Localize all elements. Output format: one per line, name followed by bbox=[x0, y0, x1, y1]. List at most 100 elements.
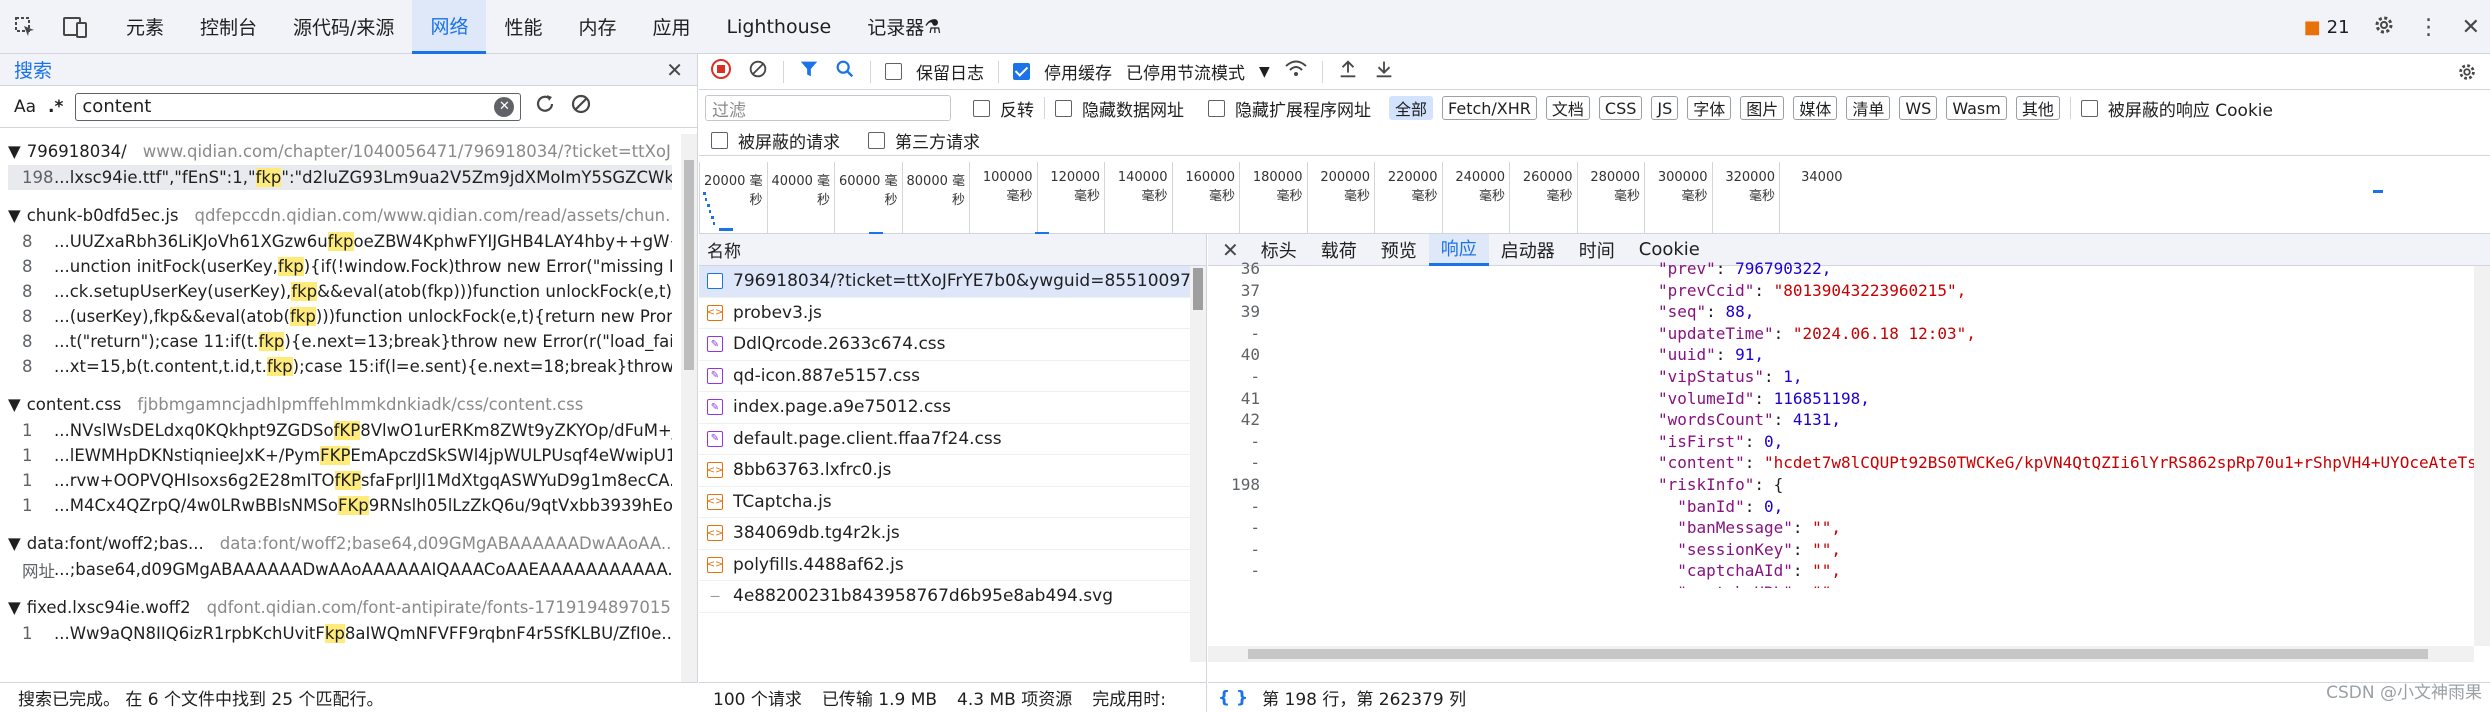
result-line[interactable]: 网址 ...;base64,d09GMgABAAAAAADwAAoAAAAAAIQ… bbox=[8, 557, 672, 582]
third-party-checkbox[interactable] bbox=[868, 132, 885, 149]
type-filter-1[interactable]: Fetch/XHR bbox=[1442, 96, 1537, 120]
name-column-header[interactable]: 名称 bbox=[707, 237, 741, 262]
device-toggle-icon[interactable] bbox=[60, 12, 90, 42]
filter-input[interactable]: 过滤 bbox=[705, 95, 951, 121]
clear-search-icon[interactable]: ✕ bbox=[494, 96, 515, 117]
tab-3[interactable]: 网络 bbox=[412, 0, 487, 54]
inspect-icon[interactable] bbox=[10, 12, 40, 42]
result-line[interactable]: 8 ...xt=15,b(t.content,t.id,t.fkp);case 1… bbox=[8, 354, 672, 379]
result-line[interactable]: 1 ...lEWMHpDKNstiqnieeJxK+/PymFKPEmApczdS… bbox=[8, 443, 672, 468]
invert-checkbox[interactable] bbox=[973, 99, 990, 117]
expand-arrow-icon[interactable]: ▼ bbox=[8, 395, 21, 414]
type-filter-0[interactable]: 全部 bbox=[1389, 96, 1434, 120]
results-scrollbar[interactable] bbox=[681, 134, 697, 682]
network-settings-icon[interactable] bbox=[2456, 61, 2478, 88]
more-vert-icon[interactable]: ⋮ bbox=[2418, 15, 2440, 40]
result-line[interactable]: 198 ...lxsc94ie.ttf","fEnS":1,"fkp":"d2lu… bbox=[8, 165, 672, 190]
disable-cache-checkbox[interactable] bbox=[1013, 63, 1030, 80]
request-row[interactable]: <> 384069db.tg4r2k.js bbox=[699, 518, 1206, 550]
request-row[interactable]: <> 8bb63763.lxfrc0.js bbox=[699, 455, 1206, 487]
type-filter-4[interactable]: JS bbox=[1651, 96, 1679, 120]
tab-8[interactable]: 记录器 ⚗ bbox=[849, 0, 959, 54]
tab-0[interactable]: 元素 bbox=[108, 0, 182, 54]
result-line[interactable]: 8 ...ck.setupUserKey(userKey),fkp&&eval(a… bbox=[8, 279, 672, 304]
expand-arrow-icon[interactable]: ▼ bbox=[8, 142, 21, 161]
search-input[interactable]: content ✕ bbox=[75, 92, 522, 121]
hide-ext-urls-checkbox[interactable] bbox=[1208, 99, 1225, 117]
response-viewer[interactable]: 36 "prev": 796790322, 37 "prevCcid": "80139… bbox=[1208, 258, 2474, 588]
expand-arrow-icon[interactable]: ▼ bbox=[8, 206, 21, 225]
throttle-select[interactable]: 已停用节流模式 bbox=[1126, 59, 1245, 84]
json-value: 88, bbox=[1725, 302, 1755, 322]
tab-1[interactable]: 控制台 bbox=[182, 0, 275, 54]
result-line[interactable]: 8 ...t("return");case 11:if(t.fkp){e.next… bbox=[8, 329, 672, 354]
filter-icon[interactable] bbox=[798, 58, 820, 85]
type-filter-7[interactable]: 媒体 bbox=[1793, 96, 1838, 120]
request-row[interactable]: <> TCaptcha.js bbox=[699, 487, 1206, 518]
request-row[interactable]: — 4e88200231b843958767d6b95e8ab494.svg bbox=[699, 581, 1206, 613]
timeline-tick-11: 240000 毫秒 bbox=[1441, 162, 1510, 234]
refresh-icon[interactable] bbox=[533, 92, 557, 121]
gear-icon[interactable] bbox=[2372, 13, 2396, 42]
request-row[interactable]: <> probev3.js bbox=[699, 298, 1206, 329]
type-filter-2[interactable]: 文档 bbox=[1545, 96, 1590, 120]
upload-icon[interactable] bbox=[1337, 58, 1359, 85]
issues-badge[interactable]: ■ 21 bbox=[2304, 17, 2350, 38]
result-line[interactable]: 8 ...(userKey),fkp&&eval(atob(fkp)))funct… bbox=[8, 304, 672, 329]
match-prefix: ...lxsc94ie.ttf","fEnS":1," bbox=[54, 168, 256, 187]
result-line[interactable]: 1 ...NVslWsDELdxq0KQkhpt9ZGDSofKP8VlwO1ur… bbox=[8, 418, 672, 443]
clear-log-icon[interactable] bbox=[747, 58, 769, 85]
type-filter-5[interactable]: 字体 bbox=[1687, 96, 1732, 120]
type-filter-6[interactable]: 图片 bbox=[1740, 96, 1785, 120]
request-row[interactable]: <> polyfills.4488af62.js bbox=[699, 550, 1206, 581]
result-line[interactable]: 1 ...M4Cx4QZrpQ/4w0LRwBBlsNMSoFKp9RNslh05… bbox=[8, 493, 672, 518]
regex-button[interactable]: .* bbox=[48, 97, 63, 117]
network-overview-timeline[interactable]: 20000 毫秒 40000 毫秒 60000 毫秒 80000 毫秒 100000 毫… bbox=[699, 162, 2490, 235]
match-case-button[interactable]: Aa bbox=[14, 97, 36, 117]
result-line[interactable]: 8 ...UUZxaRbh36LiKJoVh61XGzw6ufkpoeZBW4Kp… bbox=[8, 229, 672, 254]
result-file-header[interactable]: ▼ data:font/woff2;bas... data:font/woff2;b… bbox=[8, 530, 672, 557]
result-line-text: ...Ww9aQN8IIQ6izR1rpbKchUvitFkp8aIWQmNFV… bbox=[54, 624, 672, 643]
pretty-print-icon[interactable]: { } bbox=[1218, 688, 1248, 708]
chevron-down-icon[interactable]: ▼ bbox=[1259, 64, 1270, 80]
type-filter-8[interactable]: 清单 bbox=[1846, 96, 1891, 120]
tab-6[interactable]: 应用 bbox=[634, 0, 708, 54]
response-scrollbar[interactable] bbox=[2474, 266, 2490, 646]
result-file-header[interactable]: ▼ fixed.lxsc94ie.woff2 qdfont.qidian.com/f… bbox=[8, 594, 672, 621]
expand-arrow-icon[interactable]: ▼ bbox=[8, 598, 21, 617]
blocked-cookies-checkbox[interactable] bbox=[2080, 99, 2098, 117]
search-icon[interactable] bbox=[834, 58, 856, 85]
result-file-header[interactable]: ▼ chunk-b0dfd5ec.js qdfepccdn.qidian.com/w… bbox=[8, 202, 672, 229]
request-row[interactable]: ✎ default.page.client.ffaa7f24.css bbox=[699, 424, 1206, 455]
type-filter-9[interactable]: WS bbox=[1899, 96, 1938, 120]
request-row[interactable]: ✎ index.page.a9e75012.css bbox=[699, 392, 1206, 424]
blocked-requests-checkbox[interactable] bbox=[711, 132, 728, 149]
request-list-scrollbar[interactable] bbox=[1190, 266, 1206, 662]
result-file-header[interactable]: ▼ 796918034/www.qidian.com/chapter/104005… bbox=[8, 138, 672, 165]
request-row[interactable]: ✎ qd-icon.887e5157.css bbox=[699, 361, 1206, 392]
network-conditions-icon[interactable] bbox=[1284, 58, 1308, 85]
request-row[interactable]: 796918034/?ticket=ttXoJFrYE7b0&ywguid=85… bbox=[699, 266, 1206, 298]
tab-4[interactable]: 性能 bbox=[486, 0, 560, 54]
preserve-log-checkbox[interactable] bbox=[885, 63, 902, 80]
tab-7[interactable]: Lighthouse bbox=[709, 0, 850, 54]
expand-arrow-icon[interactable]: ▼ bbox=[8, 534, 21, 553]
type-filter-10[interactable]: Wasm bbox=[1946, 96, 2007, 120]
result-line[interactable]: 8 ...unction initFock(userKey,fkp){if(!wi… bbox=[8, 254, 672, 279]
result-line[interactable]: 1 ...Ww9aQN8IIQ6izR1rpbKchUvitFkp8aIWQmNF… bbox=[8, 621, 672, 646]
h-scrollbar[interactable] bbox=[1208, 646, 2474, 662]
tab-5[interactable]: 内存 bbox=[560, 0, 634, 54]
request-name: qd-icon.887e5157.css bbox=[733, 365, 920, 386]
tab-2[interactable]: 源代码/来源 bbox=[275, 0, 412, 54]
type-filter-3[interactable]: CSS bbox=[1598, 96, 1643, 120]
type-filter-11[interactable]: 其他 bbox=[2015, 96, 2060, 120]
download-icon[interactable] bbox=[1373, 58, 1395, 85]
clear-results-icon[interactable] bbox=[569, 92, 593, 121]
request-row[interactable]: ✎ DdlQrcode.2633c674.css bbox=[699, 329, 1206, 361]
close-icon[interactable]: ✕ bbox=[2462, 15, 2480, 40]
result-file-header[interactable]: ▼ content.css fjbbmgamncjadhlpmffehlmmkdnk… bbox=[8, 391, 672, 418]
close-search-icon[interactable]: ✕ bbox=[666, 58, 683, 82]
hide-data-urls-checkbox[interactable] bbox=[1055, 99, 1072, 117]
record-icon[interactable] bbox=[709, 57, 733, 86]
result-line[interactable]: 1 ...rvw+OOPVQHIsoxs6g2E28mITOfKPsfaFprlJ… bbox=[8, 468, 672, 493]
